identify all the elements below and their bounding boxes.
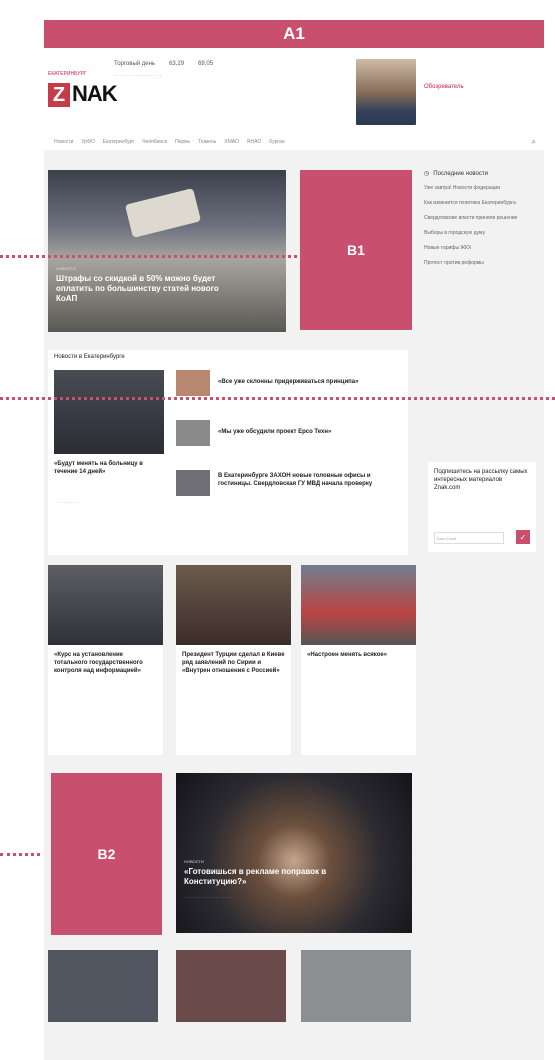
- market-value1: 63,29: [169, 61, 185, 67]
- logo-text: NAK: [72, 81, 118, 106]
- nav-item[interactable]: Тюмень: [198, 139, 216, 145]
- header-promo[interactable]: Обозреватель: [356, 59, 541, 129]
- promo-photo: [356, 59, 416, 125]
- card-image: [176, 565, 291, 645]
- email-field[interactable]: Ваш Email: [434, 532, 504, 544]
- header-text-lines: · · · · · · · · · · · · · · · ·: [114, 73, 162, 79]
- latest-news-item[interactable]: Свердловские власти приняли решение: [424, 215, 542, 222]
- bottom-card-image[interactable]: [301, 950, 411, 1022]
- nav-item[interactable]: ЯНАО: [247, 139, 261, 145]
- latest-news-item[interactable]: Как изменится политика Екатеринбурга: [424, 200, 542, 207]
- article-card[interactable]: «Настроен менять всякое»: [301, 565, 416, 755]
- hero-story[interactable]: НОВОСТИ Штрафы со скидкой в 50% можно бу…: [48, 170, 286, 332]
- city-news-lead-sub: · · · · · · · · · · · ·: [54, 500, 83, 505]
- city-news-block: Новости в Екатеринбурге «Будут менять на…: [48, 350, 408, 555]
- big-story[interactable]: НОВОСТИ «Готовишься в рекламе поправок в…: [176, 773, 412, 933]
- main-nav: Новости УрФО Екатеринбург Челябинск Перм…: [44, 135, 544, 149]
- latest-news-item[interactable]: Протест против реформы: [424, 260, 542, 267]
- news-thumb[interactable]: [176, 470, 210, 496]
- city-news-lead-image[interactable]: [54, 370, 164, 454]
- promo-text: Обозреватель: [424, 84, 464, 90]
- ad-banner-b2[interactable]: B2: [51, 773, 162, 935]
- page-stage: A1 ЕКАТЕРИНБУРГ Z NAK Торговый день 63,29…: [0, 0, 555, 1060]
- article-card[interactable]: Президент Турции сделал в Киеве ряд заяв…: [176, 565, 291, 755]
- logo-small-caption: ЕКАТЕРИНБУРГ: [48, 71, 87, 77]
- card-title: «Курс на установление тотального государ…: [54, 652, 143, 674]
- news-title[interactable]: «Все уже склонны придерживаться принципа…: [218, 378, 398, 386]
- nav-item[interactable]: Челябинск: [142, 139, 167, 145]
- dotted-connector: [0, 255, 315, 258]
- big-story-sub: · · · · · · · · · · · · · · · · · · · ·: [184, 895, 232, 900]
- big-story-meta: НОВОСТИ: [184, 859, 204, 864]
- site-logo[interactable]: ЕКАТЕРИНБУРГ Z NAK: [48, 71, 123, 111]
- article-card[interactable]: «Курс на установление тотального государ…: [48, 565, 163, 755]
- site-header: ЕКАТЕРИНБУРГ Z NAK Торговый день 63,29 69,…: [44, 55, 544, 150]
- big-story-caption: «Готовишься в рекламе поправок в Констит…: [184, 867, 327, 886]
- newsletter-heading: Подпишитесь на рассылку самых интересных…: [434, 469, 528, 491]
- hero-caption: Штрафы со скидкой в 50% можно будет опла…: [56, 274, 219, 303]
- market-label: Торговый день: [114, 61, 156, 67]
- city-news-header[interactable]: Новости в Екатеринбурге: [54, 354, 125, 360]
- latest-news-item[interactable]: Новые тарифы ЖКХ: [424, 245, 542, 252]
- latest-news-title: ◷ Последние новости: [424, 170, 488, 178]
- city-news-lead-title[interactable]: «Будут менять на больницу в течение 14 д…: [54, 460, 162, 476]
- newsletter-box: Подпишитесь на рассылку самых интересных…: [428, 462, 536, 552]
- hero-paper: [124, 188, 202, 238]
- latest-news-item[interactable]: Уже завтра! Новости федерации: [424, 185, 542, 192]
- dotted-connector: [0, 853, 40, 856]
- bottom-card-image[interactable]: [176, 950, 286, 1022]
- news-title[interactable]: В Екатеринбурге ЗАХОН новые головные офи…: [218, 472, 398, 488]
- news-thumb[interactable]: [176, 420, 210, 446]
- clock-icon: ◷: [424, 171, 430, 177]
- latest-news-item[interactable]: Выборы в городскую думу: [424, 230, 542, 237]
- search-icon[interactable]: ⌕: [532, 137, 536, 147]
- dotted-connector: [0, 397, 555, 400]
- card-image: [48, 565, 163, 645]
- bottom-card-image[interactable]: [48, 950, 158, 1022]
- nav-item[interactable]: Пермь: [175, 139, 190, 145]
- market-value2: 69,05: [198, 61, 214, 67]
- ad-banner-a1[interactable]: A1: [44, 20, 544, 48]
- nav-item[interactable]: ХМАО: [224, 139, 239, 145]
- latest-news: ◷ Последние новости Уже завтра! Новости ф…: [424, 170, 542, 275]
- nav-item[interactable]: Курган: [269, 139, 284, 145]
- hero-meta: НОВОСТИ: [56, 266, 76, 271]
- card-title: Президент Турции сделал в Киеве ряд заяв…: [182, 652, 285, 674]
- nav-item[interactable]: Екатеринбург: [103, 139, 134, 145]
- card-image: [301, 565, 416, 645]
- card-title: «Настроен менять всякое»: [307, 652, 388, 658]
- market-info: Торговый день 63,29 69,05 · · · · · · · · …: [114, 61, 264, 80]
- logo-mark: Z: [48, 83, 70, 107]
- nav-item[interactable]: Новости: [54, 139, 73, 145]
- news-title[interactable]: «Мы уже обсудили проект Ерсо Техн»: [218, 428, 398, 436]
- news-thumb[interactable]: [176, 370, 210, 396]
- ad-banner-b1[interactable]: B1: [300, 170, 412, 330]
- subscribe-button[interactable]: ✓: [516, 530, 530, 544]
- nav-item[interactable]: УрФО: [81, 139, 94, 145]
